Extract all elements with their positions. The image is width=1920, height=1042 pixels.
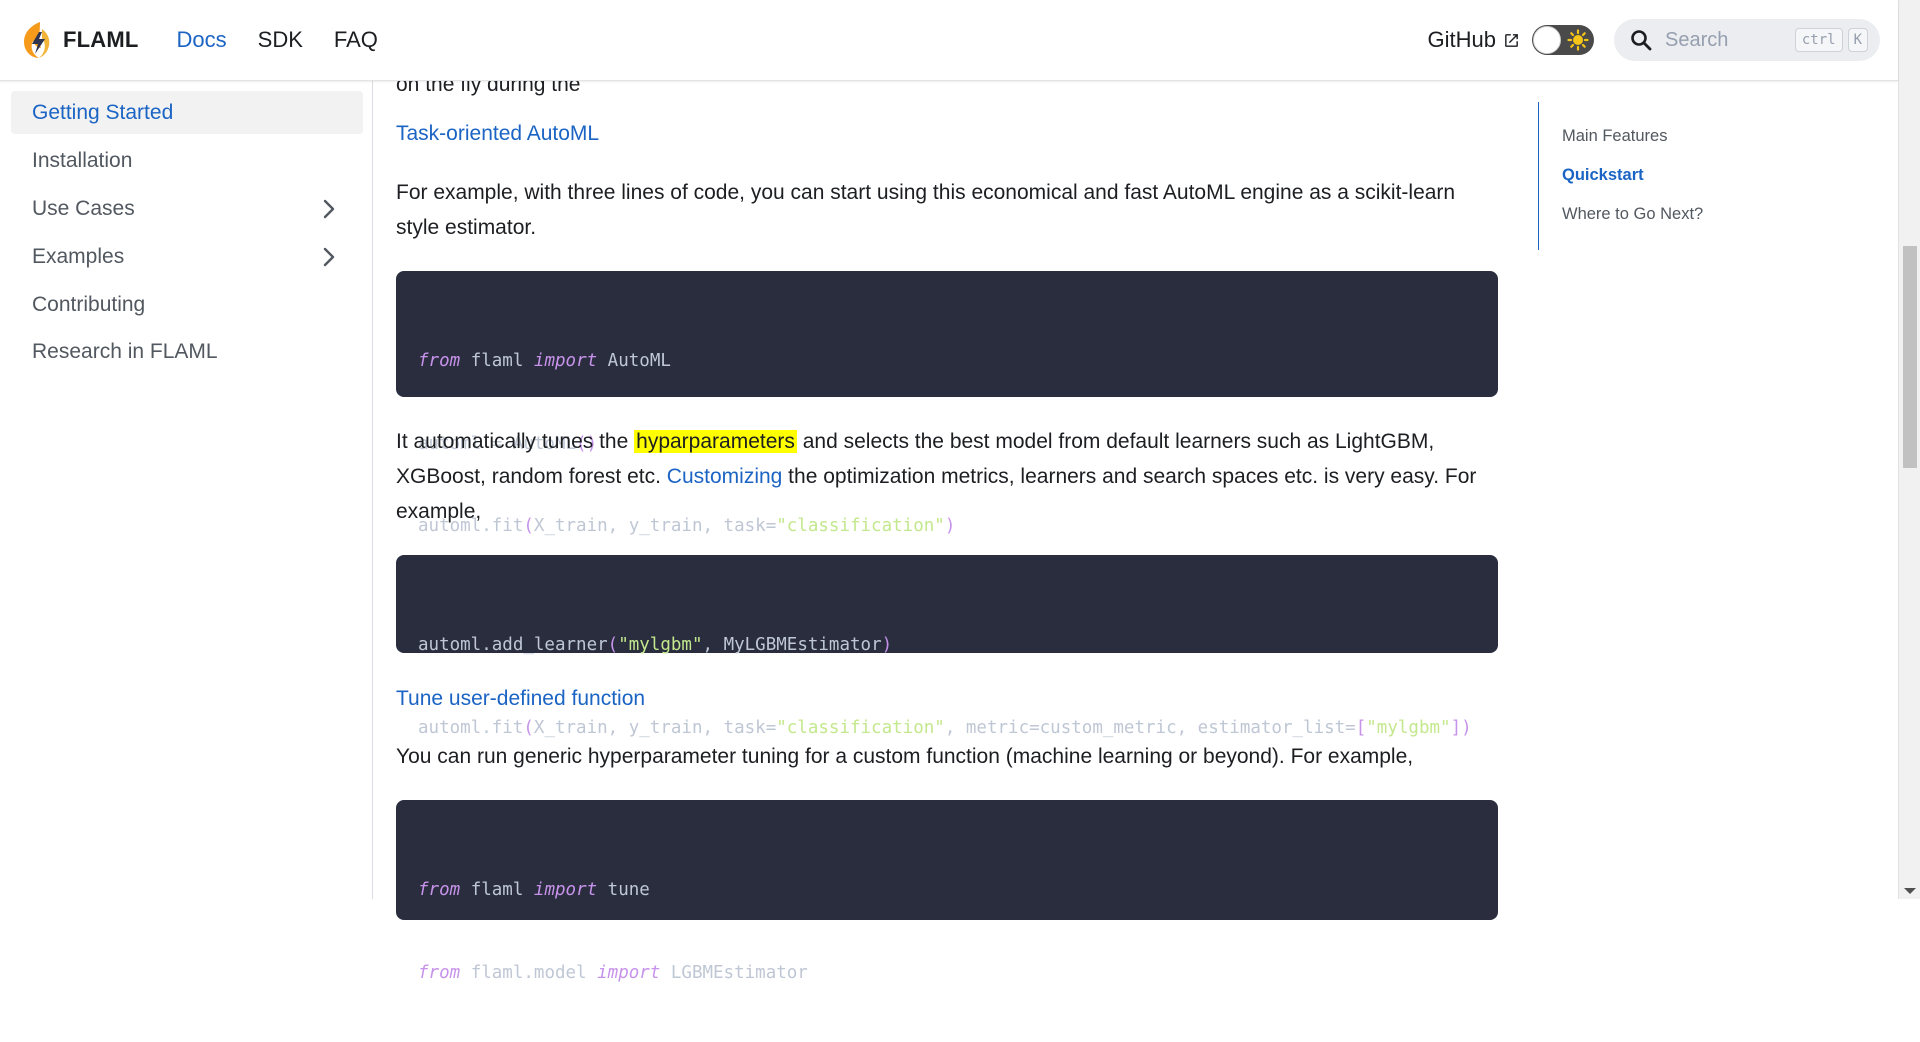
- github-link[interactable]: GitHub: [1428, 27, 1520, 53]
- section-title-task-oriented[interactable]: Task-oriented AutoML: [396, 122, 599, 146]
- docs-sidebar: Getting Started Installation Use Cases E…: [0, 81, 373, 899]
- paragraph-autotune: It automatically tunes the hyparparamete…: [396, 430, 1477, 523]
- scrollbar-thumb[interactable]: [1903, 246, 1917, 468]
- table-of-contents: Main Features Quickstart Where to Go Nex…: [1538, 102, 1839, 250]
- flaml-logo-icon: [24, 22, 50, 58]
- sidebar-item-research[interactable]: Research in FLAML: [11, 330, 363, 373]
- scroll-down-arrow-icon[interactable]: [1904, 888, 1916, 894]
- paragraph-tune: You can run generic hyperparameter tunin…: [396, 745, 1414, 768]
- sidebar-item-use-cases[interactable]: Use Cases: [11, 187, 363, 230]
- code-line: from flaml import AutoML: [418, 351, 671, 371]
- sidebar-item-installation[interactable]: Installation: [11, 139, 363, 182]
- sidebar-item-label: Use Cases: [32, 196, 135, 220]
- sidebar-item-label: Installation: [32, 148, 133, 172]
- code-line: from flaml import tune: [418, 880, 650, 900]
- brand-name: FLAML: [63, 27, 139, 52]
- section-title-tune-function[interactable]: Tune user-defined function: [396, 687, 645, 711]
- sidebar-item-label: Contributing: [32, 292, 146, 316]
- sun-icon: [1567, 29, 1589, 51]
- search-button[interactable]: Search ctrl K: [1614, 19, 1880, 61]
- code-block-add-learner[interactable]: automl.add_learner("mylgbm", MyLGBMEstim…: [396, 555, 1498, 738]
- external-link-icon: [1505, 33, 1518, 47]
- code-line: automl.add_learner("mylgbm", MyLGBMEstim…: [418, 635, 893, 655]
- dark-mode-toggle[interactable]: [1532, 25, 1594, 55]
- search-highlight: hyparparameters: [634, 430, 797, 453]
- toc-item-where-next[interactable]: Where to Go Next?: [1562, 205, 1703, 224]
- chevron-right-icon[interactable]: [318, 198, 340, 220]
- brand-link[interactable]: FLAML: [20, 20, 139, 60]
- toc-item-quickstart[interactable]: Quickstart: [1562, 166, 1644, 185]
- github-label: GitHub: [1427, 27, 1496, 52]
- sidebar-item-contributing[interactable]: Contributing: [11, 283, 363, 326]
- chevron-right-icon[interactable]: [318, 246, 340, 268]
- code-line: from flaml.model import LGBMEstimator: [418, 962, 808, 983]
- kbd-ctrl: ctrl: [1794, 28, 1843, 52]
- top-navbar: FLAML Docs SDK FAQ GitHub Search ctrl K: [0, 0, 1898, 81]
- sidebar-item-getting-started[interactable]: Getting Started: [11, 91, 363, 134]
- sidebar-item-examples[interactable]: Examples: [11, 235, 363, 278]
- search-placeholder: Search: [1665, 28, 1729, 51]
- sidebar-item-label: Getting Started: [32, 100, 174, 124]
- sidebar-item-label: Examples: [32, 244, 125, 268]
- nav-faq-link[interactable]: FAQ: [334, 27, 378, 53]
- nav-sdk-link[interactable]: SDK: [258, 27, 303, 53]
- code-line: automl.fit(X_train, y_train, task="class…: [418, 717, 1472, 738]
- code-block-tune[interactable]: from flaml import tune from flaml.model …: [396, 800, 1498, 983]
- paragraph-intro: For example, with three lines of code, y…: [396, 181, 1456, 239]
- toc-item-main-features[interactable]: Main Features: [1562, 127, 1667, 146]
- toggle-knob: [1533, 26, 1561, 54]
- page-scrollbar[interactable]: [1898, 0, 1920, 899]
- customizing-link[interactable]: Customizing: [667, 465, 783, 488]
- code-block-automl[interactable]: from flaml import AutoML automl = AutoML…: [396, 271, 1498, 536]
- search-icon: [1631, 30, 1652, 51]
- kbd-k: K: [1847, 28, 1868, 52]
- sidebar-item-label: Research in FLAML: [32, 339, 218, 363]
- nav-docs-link[interactable]: Docs: [177, 27, 227, 53]
